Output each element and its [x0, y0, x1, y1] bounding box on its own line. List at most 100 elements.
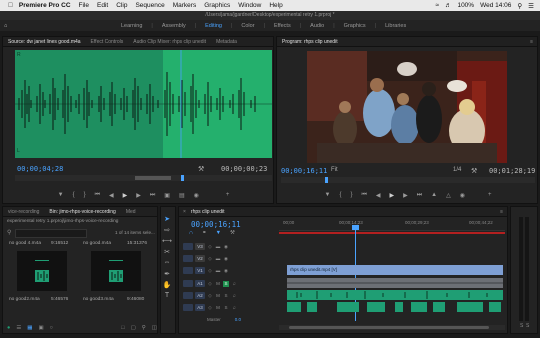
- track-target-a3[interactable]: A3: [195, 304, 205, 311]
- export-frame-icon[interactable]: ◉: [460, 192, 465, 199]
- lock-icon[interactable]: ◇: [207, 293, 213, 299]
- mute-button[interactable]: M: [215, 305, 221, 311]
- menu-file[interactable]: File: [79, 2, 89, 9]
- wifi-icon[interactable]: ≈: [435, 2, 439, 9]
- mic-icon[interactable]: ♫: [231, 293, 237, 299]
- new-bin-icon[interactable]: □: [121, 325, 124, 331]
- menu-sequence[interactable]: Sequence: [135, 2, 164, 9]
- play-icon[interactable]: ▶: [390, 192, 395, 199]
- meter-solo-button[interactable]: S: [520, 323, 523, 329]
- step-forward-icon[interactable]: ▶: [403, 192, 408, 199]
- snap-icon[interactable]: ∩: [189, 230, 193, 238]
- track-target-v1[interactable]: V1: [195, 267, 205, 274]
- menu-graphics[interactable]: Graphics: [204, 2, 230, 9]
- menu-edit[interactable]: Edit: [97, 2, 108, 9]
- workspace-color[interactable]: Color: [232, 23, 263, 29]
- workspace-learning[interactable]: Learning: [112, 23, 151, 29]
- sync-icon[interactable]: ▬: [215, 256, 221, 262]
- eye-icon[interactable]: ◉: [223, 268, 229, 274]
- go-to-in-icon[interactable]: ⏮: [95, 192, 100, 199]
- mark-in-icon[interactable]: {: [73, 192, 75, 198]
- lock-icon[interactable]: ●: [7, 325, 10, 331]
- track-target-v3[interactable]: V3: [195, 243, 205, 250]
- step-forward-icon[interactable]: ▶: [136, 192, 141, 199]
- bin-clip-item[interactable]: no good3.m4a 9:46080: [81, 261, 153, 303]
- program-scrub-bar[interactable]: [281, 177, 535, 183]
- audio-clip[interactable]: [395, 302, 403, 312]
- audio-clip[interactable]: [337, 302, 359, 312]
- track-select-tool-icon[interactable]: ⇨: [161, 224, 173, 235]
- zoom-slider-icon[interactable]: ○: [50, 325, 53, 331]
- audio-track-a3-lane[interactable]: [287, 302, 503, 312]
- go-to-in-icon[interactable]: ⏮: [361, 192, 366, 199]
- linked-selection-icon[interactable]: ⚭: [202, 230, 207, 238]
- bin-search-input[interactable]: [15, 229, 87, 238]
- source-patch[interactable]: [183, 255, 193, 262]
- workspace-editing[interactable]: Editing: [196, 23, 231, 29]
- lock-icon[interactable]: ◇: [207, 256, 213, 262]
- tab-effect-controls[interactable]: Effect Controls: [86, 39, 129, 45]
- mute-button[interactable]: M: [215, 281, 221, 287]
- meter-solo-button[interactable]: S: [526, 323, 529, 329]
- menu-markers[interactable]: Markers: [173, 2, 196, 9]
- apple-icon[interactable]: : [8, 2, 13, 9]
- tab-sequence[interactable]: rhps clip unedit: [186, 209, 230, 215]
- mic-icon[interactable]: ♫: [231, 305, 237, 311]
- audio-clip[interactable]: [307, 302, 317, 312]
- search-icon[interactable]: ⚲: [7, 229, 11, 236]
- solo-button[interactable]: S: [223, 305, 229, 311]
- marker-icon[interactable]: ▼: [58, 192, 64, 198]
- mic-icon[interactable]: ♫: [231, 281, 237, 287]
- source-patch[interactable]: [183, 304, 193, 311]
- program-timecode[interactable]: 00;00;16;11: [281, 167, 327, 175]
- mark-out-icon[interactable]: }: [350, 192, 352, 198]
- overwrite-icon[interactable]: ▤: [179, 192, 185, 199]
- razor-tool-icon[interactable]: ✂: [161, 246, 173, 257]
- work-area-bar[interactable]: [279, 232, 505, 234]
- source-timecode[interactable]: 00;00;04;28: [17, 165, 63, 173]
- workspace-assembly[interactable]: Assembly: [153, 23, 195, 29]
- eye-icon[interactable]: ◉: [223, 256, 229, 262]
- list-view-icon[interactable]: ☰: [16, 325, 21, 331]
- track-target-v2[interactable]: V2: [195, 255, 205, 262]
- add-button-icon[interactable]: +: [488, 192, 492, 198]
- lift-icon[interactable]: ▲: [431, 192, 437, 198]
- wrench-icon[interactable]: ⚒: [198, 165, 204, 173]
- audio-clip-a1[interactable]: [287, 278, 503, 288]
- workspace-libraries[interactable]: Libraries: [376, 23, 415, 29]
- icon-view-icon[interactable]: ▦: [27, 325, 32, 331]
- wrench-icon[interactable]: ⚒: [471, 167, 477, 175]
- timeline-scroll-thumb[interactable]: [289, 326, 489, 329]
- timeline-timecode[interactable]: 00;00;16;11: [191, 220, 241, 229]
- mute-button[interactable]: M: [215, 293, 221, 299]
- tab-media[interactable]: Med: [121, 209, 141, 215]
- audio-clip-a2[interactable]: [287, 290, 503, 300]
- app-menu[interactable]: Premiere Pro CC: [19, 2, 71, 9]
- new-item-icon[interactable]: ▢: [131, 325, 136, 331]
- search-icon[interactable]: ⚲: [517, 2, 522, 10]
- tab-voice-recording[interactable]: vice-recording: [3, 209, 44, 215]
- resolution-dropdown[interactable]: 1/4: [453, 167, 461, 173]
- audio-waveform-area[interactable]: R L: [15, 50, 272, 158]
- export-frame-icon[interactable]: ◉: [194, 192, 199, 199]
- solo-button[interactable]: S: [223, 293, 229, 299]
- program-playhead[interactable]: [325, 177, 328, 183]
- timeline-ruler[interactable]: 00;00 00;00;14;23 00;00;29;23 00;00;44;2…: [279, 220, 505, 231]
- audio-clip[interactable]: [433, 302, 445, 312]
- go-to-out-icon[interactable]: ⏭: [417, 192, 422, 199]
- go-to-out-icon[interactable]: ⏭: [150, 192, 155, 199]
- workspace-effects[interactable]: Effects: [265, 23, 300, 29]
- sync-icon[interactable]: ▬: [215, 244, 221, 250]
- slip-tool-icon[interactable]: ⇔: [161, 257, 173, 268]
- panel-menu-icon[interactable]: ≡: [500, 209, 507, 215]
- source-patch[interactable]: [183, 267, 193, 274]
- pen-tool-icon[interactable]: ✒: [161, 268, 173, 279]
- tab-source[interactable]: Source: dw janet lines good.m4a: [3, 39, 86, 45]
- lock-icon[interactable]: ◇: [207, 305, 213, 311]
- timeline-scrollbar[interactable]: [279, 325, 505, 330]
- settings-wrench-icon[interactable]: ⚒: [230, 230, 235, 238]
- tab-bin[interactable]: Bin: jimo-rhps-voice-recording: [44, 209, 120, 215]
- volume-icon[interactable]: ♬: [445, 2, 452, 9]
- playhead-handle[interactable]: [352, 225, 359, 230]
- ripple-edit-tool-icon[interactable]: ⟷: [161, 235, 173, 246]
